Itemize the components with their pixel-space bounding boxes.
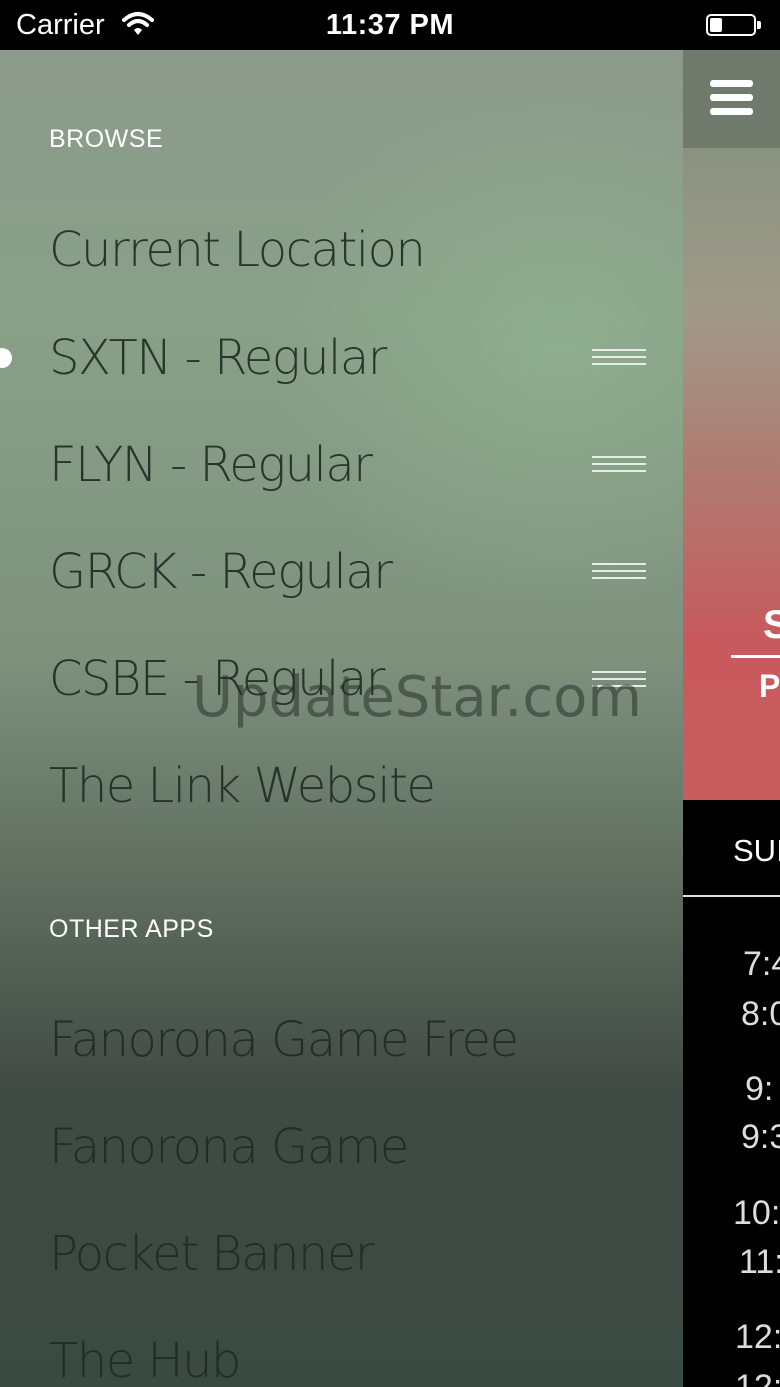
other-apps-section-label: OTHER APPS <box>49 915 214 943</box>
menu-item-flyn[interactable]: FLYN - Regular <box>49 437 373 493</box>
schedule-time: 10: <box>733 1194 780 1232</box>
status-bar: Carrier 11:37 PM <box>0 0 780 50</box>
watermark: UpdateStar.com <box>192 665 642 730</box>
hamburger-menu-icon[interactable] <box>710 80 753 116</box>
hero-divider <box>731 655 780 658</box>
menu-item-sxtn[interactable]: SXTN - Regular <box>49 330 388 386</box>
reorder-handle-icon[interactable] <box>592 456 646 472</box>
schedule-time: 12: <box>735 1368 780 1387</box>
schedule-time: 11: <box>739 1243 780 1281</box>
tab-underline <box>683 895 780 897</box>
selected-indicator <box>0 348 12 368</box>
hero-subtitle: Pi <box>759 668 780 704</box>
schedule-time: 7:4 <box>743 945 780 983</box>
day-tab[interactable]: SUI <box>733 833 780 869</box>
reorder-handle-icon[interactable] <box>592 563 646 579</box>
clock: 11:37 PM <box>325 9 455 41</box>
app-item-fanorona-free[interactable]: Fanorona Game Free <box>49 1012 519 1068</box>
schedule-time: 8:0 <box>741 995 780 1033</box>
schedule-time: 12: <box>735 1318 780 1356</box>
nav-bar <box>683 50 780 148</box>
main-content-peek[interactable]: S Pi SUI 7:4 8:0 9: 9:3 10: 11: 12: 12: <box>683 50 780 1387</box>
hero-banner: S Pi <box>683 148 780 800</box>
schedule-time: 9:3 <box>741 1118 780 1156</box>
app-item-the-hub[interactable]: The Hub <box>49 1333 242 1387</box>
menu-item-grck[interactable]: GRCK - Regular <box>49 544 393 600</box>
battery-icon <box>706 14 761 36</box>
hero-title: S <box>763 603 780 647</box>
app-item-pocket-banner[interactable]: Pocket Banner <box>49 1226 375 1282</box>
app-item-fanorona[interactable]: Fanorona Game <box>49 1119 409 1175</box>
browse-section-label: BROWSE <box>49 125 164 153</box>
reorder-handle-icon[interactable] <box>592 349 646 365</box>
schedule-time: 9: <box>745 1070 774 1108</box>
menu-item-current-location[interactable]: Current Location <box>49 222 426 278</box>
menu-item-link-website[interactable]: The Link Website <box>49 758 436 814</box>
